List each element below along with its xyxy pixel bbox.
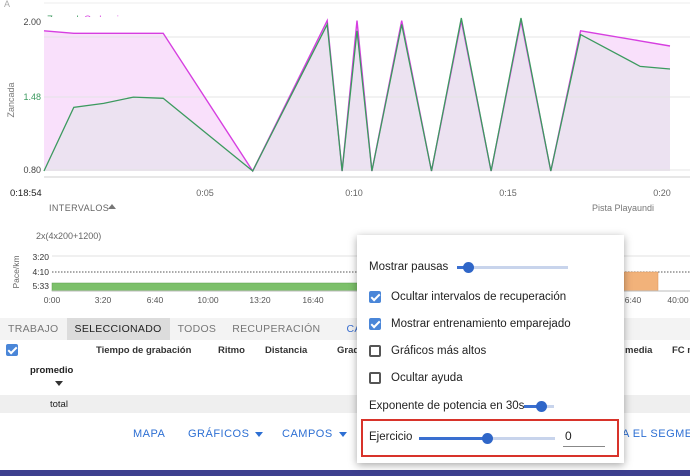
elapsed-time: 0:18:54 (10, 188, 42, 199)
average-row-label: promedio (30, 365, 74, 376)
col-max-hr[interactable]: FC m (672, 345, 690, 356)
hide-help-item[interactable]: Ocultar ayuda (369, 372, 463, 384)
pace-tick-5-33: 5:33 (32, 281, 49, 291)
pace-x-tick: 10:00 (197, 295, 219, 305)
stride-cadence-chart[interactable]: A Zancada Cadencia Zancada 2.00 1.48 0.8… (0, 0, 690, 216)
footer-strip (0, 470, 690, 476)
power-exponent-item: Exponente de potencia en 30s (369, 400, 524, 412)
exercise-item: Ejercicio (369, 431, 412, 443)
slider-fill (419, 437, 487, 440)
col-grade[interactable]: Grad (337, 345, 359, 356)
slider-knob[interactable] (535, 401, 547, 412)
show-matched-label: Mostrar entrenamiento emparejado (391, 318, 571, 330)
col-recording-time[interactable]: Tiempo de grabación (96, 345, 191, 356)
pace-tick-4-10: 4:10 (32, 267, 49, 277)
x-tick-0-05: 0:05 (196, 188, 214, 198)
show-matched-checkbox[interactable] (369, 318, 381, 330)
pace-x-tick: 0:00 (44, 295, 61, 305)
pace-x-tick: 6:40 (625, 295, 642, 305)
workout-structure: 2x(4x200+1200) (36, 231, 101, 241)
col-average[interactable]: media (625, 345, 652, 356)
y-tick-1-48: 1.48 (23, 92, 41, 102)
clipped-axis-label: A (4, 0, 10, 9)
hide-recovery-label: Ocultar intervalos de recuperación (391, 291, 567, 303)
hide-recovery-checkbox[interactable] (369, 291, 381, 303)
map-button-label: MAPA (133, 428, 166, 440)
exercise-label: Ejercicio (369, 431, 413, 443)
intervals-label: INTERVALOS (49, 203, 109, 213)
y-tick-0-80: 0.80 (23, 165, 41, 175)
taller-charts-label: Gráficos más altos (391, 345, 487, 357)
slider-knob[interactable] (482, 433, 493, 444)
power-exponent-label: Exponente de potencia en 30s (369, 400, 525, 412)
hide-help-label: Ocultar ayuda (391, 372, 463, 384)
pace-x-tick: 13:20 (249, 295, 271, 305)
fields-button[interactable]: CAMPOS (282, 428, 347, 440)
track-label: Pista Playaundi (592, 203, 654, 213)
pace-x-tick: 3:20 (95, 295, 112, 305)
x-tick-0-20: 0:20 (653, 188, 671, 198)
pace-axis-label: Pace/km (11, 255, 21, 288)
map-button[interactable]: MAPA (133, 428, 165, 440)
total-row-label: total (50, 399, 68, 410)
pace-x-tick: 6:40 (147, 295, 164, 305)
slider-knob[interactable] (463, 262, 475, 273)
power-exponent-slider[interactable] (524, 401, 554, 412)
charts-button[interactable]: GRÁFICOS (188, 428, 264, 440)
chevron-down-icon[interactable] (55, 381, 63, 386)
charts-button-label: GRÁFICOS (188, 428, 250, 440)
exercise-value-input[interactable]: 0 (563, 429, 605, 447)
col-distance[interactable]: Distancia (265, 345, 307, 356)
pace-recovery-bar (623, 271, 659, 292)
chevron-down-icon (255, 431, 264, 437)
show-pauses-item: Mostrar pausas (369, 261, 448, 273)
pace-work-bar (51, 282, 363, 292)
taller-charts-checkbox[interactable] (369, 345, 381, 357)
select-all-checkbox[interactable] (6, 344, 18, 356)
show-pauses-label: Mostrar pausas (369, 261, 449, 273)
segment-button[interactable]: A EL SEGMEN (622, 428, 690, 440)
y-axis-label: Zancada (6, 82, 16, 117)
chart-options-menu: Mostrar pausas Ocultar intervalos de rec… (357, 235, 624, 463)
tab-seleccionado[interactable]: SELECCIONADO (66, 318, 170, 340)
intervals-toggle[interactable]: INTERVALOS (49, 203, 116, 213)
x-tick-0-15: 0:15 (499, 188, 517, 198)
show-pauses-slider[interactable] (457, 262, 568, 273)
pace-x-tick: 16:40 (302, 295, 324, 305)
exercise-slider[interactable] (419, 433, 555, 444)
pace-tick-3-20: 3:20 (32, 252, 49, 262)
chevron-down-icon (338, 431, 347, 437)
tab-todos[interactable]: TODOS (170, 318, 225, 340)
show-matched-item[interactable]: Mostrar entrenamiento emparejado (369, 318, 571, 330)
y-tick-2-00: 2.00 (23, 17, 41, 27)
tab-trabajo[interactable]: TRABAJO (0, 318, 67, 340)
x-tick-0-10: 0:10 (345, 188, 363, 198)
hide-recovery-item[interactable]: Ocultar intervalos de recuperación (369, 291, 566, 303)
segment-button-label: A EL SEGMEN (622, 428, 690, 440)
chevron-up-icon (108, 204, 116, 209)
col-pace[interactable]: Ritmo (218, 345, 245, 356)
pace-x-tick: 40:00 (667, 295, 689, 305)
taller-charts-item[interactable]: Gráficos más altos (369, 345, 486, 357)
fields-button-label: CAMPOS (282, 428, 333, 440)
hide-help-checkbox[interactable] (369, 372, 381, 384)
tab-recuperacion[interactable]: RECUPERACIÓN (224, 318, 328, 340)
